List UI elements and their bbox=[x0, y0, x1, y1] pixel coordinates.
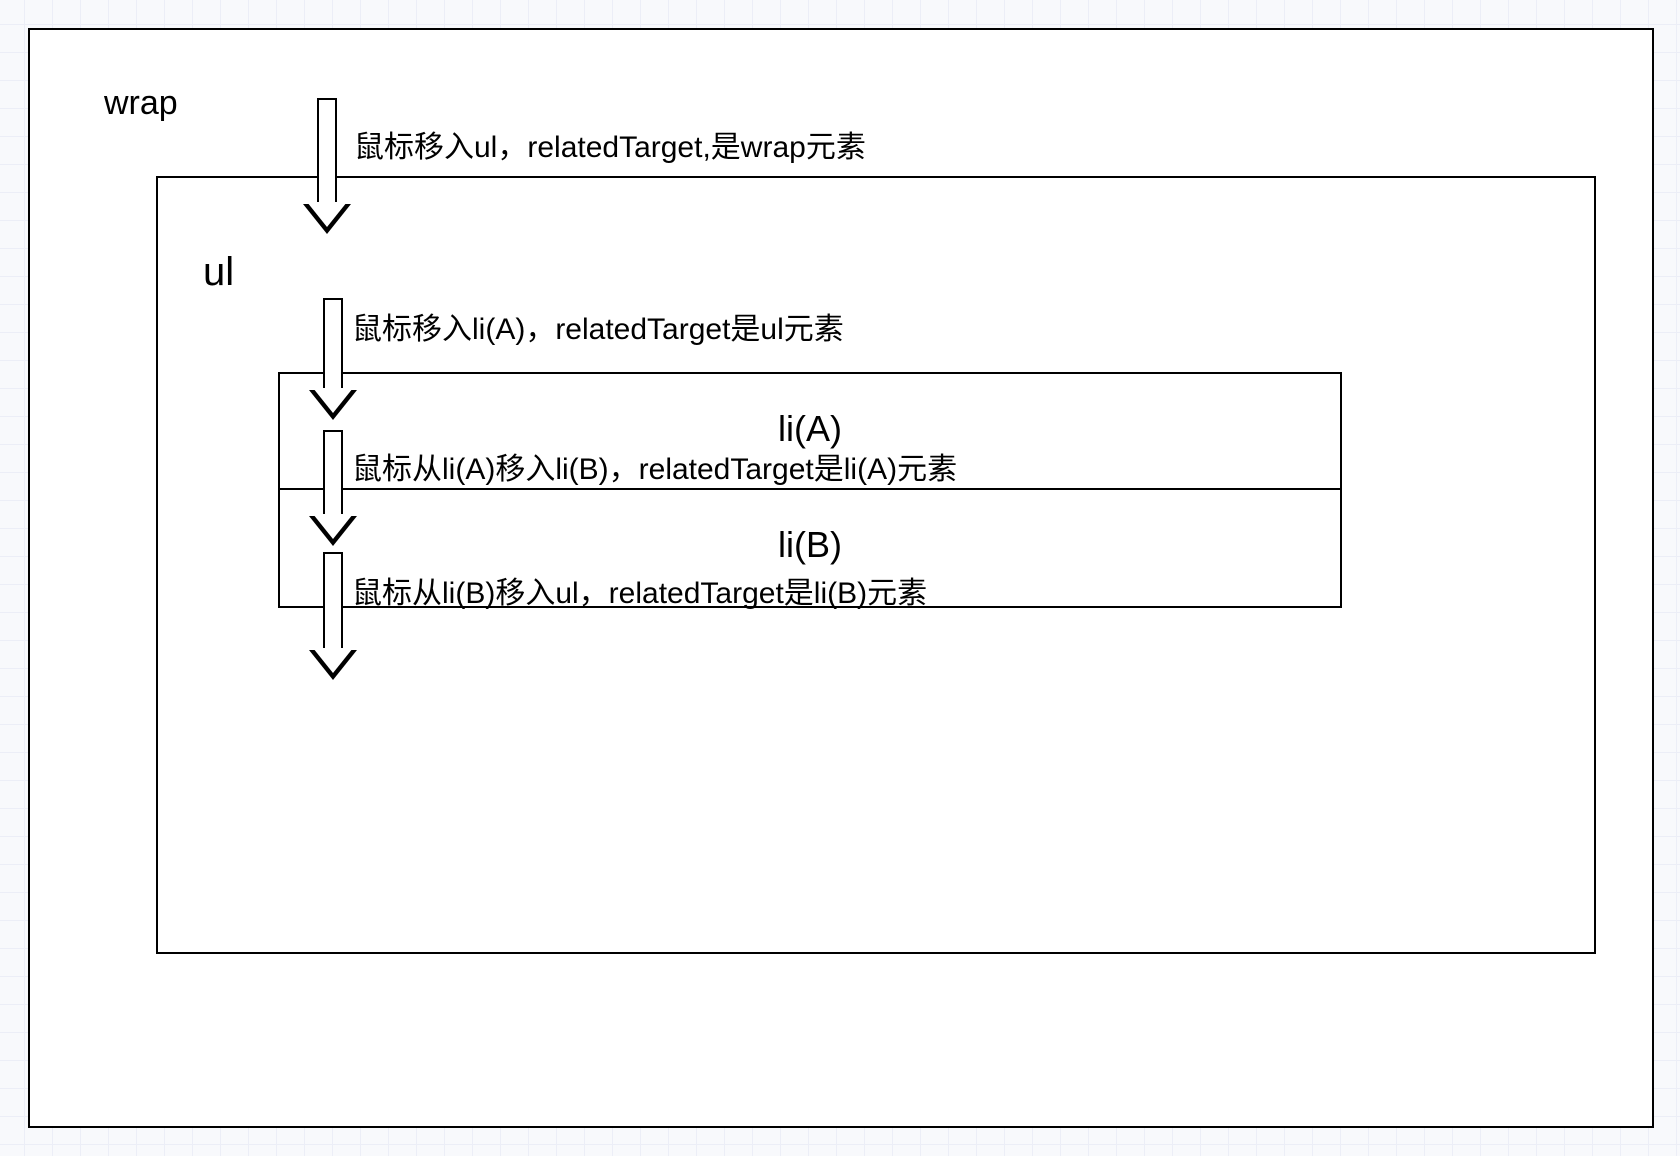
annotation-li-a-to-li-b: 鼠标从li(A)移入li(B)，relatedTarget是li(A)元素 bbox=[352, 444, 957, 488]
li-a-label: li(A) bbox=[778, 408, 842, 449]
diagram-canvas: wrap ul li(A) li(B) 鼠标移入ul，relatedTarget… bbox=[28, 28, 1654, 1128]
ul-label: ul bbox=[203, 250, 234, 295]
li-b-label: li(B) bbox=[778, 524, 842, 565]
wrap-label: wrap bbox=[104, 84, 178, 123]
annotation-li-b-to-ul: 鼠标从li(B)移入ul，relatedTarget是li(B)元素 bbox=[352, 568, 927, 612]
annotation-enter-ul: 鼠标移入ul，relatedTarget,是wrap元素 bbox=[354, 122, 866, 166]
annotation-enter-li-a: 鼠标移入li(A)，relatedTarget是ul元素 bbox=[352, 304, 844, 348]
